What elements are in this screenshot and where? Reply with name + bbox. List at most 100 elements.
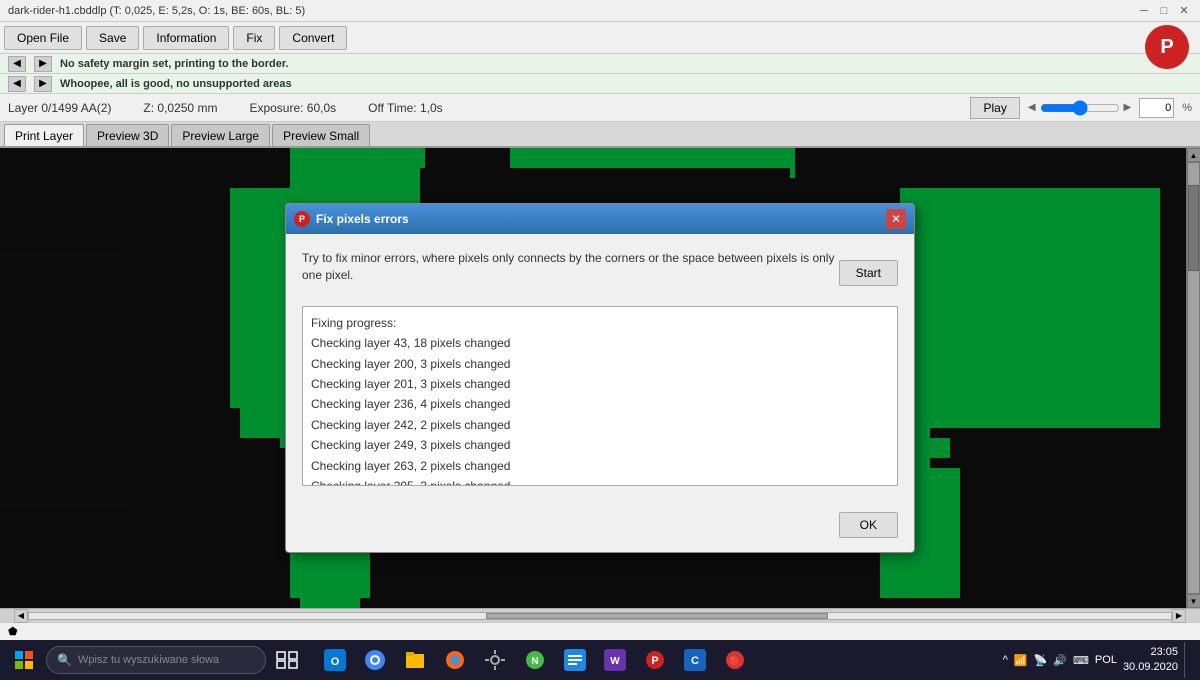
- svg-text:W: W: [610, 656, 620, 667]
- dialog-body: Try to fix minor errors, where pixels on…: [286, 234, 914, 502]
- progress-line-4: Checking layer 242, 2 pixels changed: [311, 415, 889, 435]
- status-message-1: No safety margin set, printing to the bo…: [60, 58, 289, 70]
- off-time-label: Off Time: 1,0s: [368, 101, 442, 115]
- firefox-icon: [444, 649, 466, 671]
- ok-button[interactable]: OK: [839, 512, 898, 538]
- tab-preview-small[interactable]: Preview Small: [272, 124, 370, 146]
- tray-language: POL: [1095, 654, 1117, 666]
- scroll-left-arrow[interactable]: ◀: [14, 609, 28, 623]
- dialog-logo-icon: P: [294, 211, 310, 227]
- purple-app-icon: W: [604, 649, 626, 671]
- z-label: Z: 0,0250 mm: [143, 101, 217, 115]
- dialog-close-button[interactable]: ✕: [886, 209, 906, 229]
- taskbar-main-app-icon[interactable]: P: [636, 641, 674, 679]
- clock-date: 30.09.2020: [1123, 660, 1178, 675]
- taskbar-firefox-icon[interactable]: [436, 641, 474, 679]
- system-tray: ^ 📶 📡 🔊 ⌨ POL 23:05 30.09.2020: [1003, 642, 1196, 678]
- save-button[interactable]: Save: [86, 26, 139, 50]
- tab-preview-large[interactable]: Preview Large: [171, 124, 270, 146]
- taskbar-game-icon[interactable]: N: [516, 641, 554, 679]
- open-file-button[interactable]: Open File: [4, 26, 82, 50]
- nav-next-button-2[interactable]: ▶: [34, 76, 52, 92]
- horizontal-scrollbar[interactable]: ◀ ▶: [0, 608, 1200, 622]
- layer-label: Layer 0/1499 AA(2): [8, 101, 111, 115]
- taskbar-c-app-icon[interactable]: C: [676, 641, 714, 679]
- start-button[interactable]: [4, 641, 44, 679]
- windows-icon: [14, 650, 34, 670]
- main-canvas: ▲ ▼ P Fix pixels errors ✕ Try to fix min…: [0, 148, 1200, 608]
- nav-prev-button-1[interactable]: ◀: [8, 56, 26, 72]
- taskbar-outlook-icon[interactable]: O: [316, 641, 354, 679]
- show-desktop-button[interactable]: [1184, 642, 1188, 678]
- tray-chevron[interactable]: ^: [1003, 654, 1008, 666]
- app-logo: P: [1142, 22, 1192, 72]
- chrome-icon: [364, 649, 386, 671]
- zoom-unit: %: [1182, 102, 1192, 114]
- logo-icon: P: [1145, 25, 1189, 69]
- fix-pixels-dialog: P Fix pixels errors ✕ Try to fix minor e…: [285, 203, 915, 553]
- blue-app-icon: [564, 649, 586, 671]
- taskbar-red-app-icon[interactable]: 🔴: [716, 641, 754, 679]
- scroll-thumb-horizontal[interactable]: [486, 613, 829, 619]
- settings-icon-taskbar: [484, 649, 506, 671]
- svg-text:🔴: 🔴: [729, 655, 740, 666]
- bottom-status-text: ⬟: [8, 625, 18, 638]
- taskbar-filemanager-icon[interactable]: [396, 641, 434, 679]
- progress-area[interactable]: Fixing progress: Checking layer 43, 18 p…: [302, 306, 898, 486]
- toolbar: Open File Save Information Fix Convert P: [0, 22, 1200, 54]
- title-bar: dark-rider-h1.cbddlp (T: 0,025, E: 5,2s,…: [0, 0, 1200, 22]
- tab-print-layer[interactable]: Print Layer: [4, 124, 84, 146]
- convert-button[interactable]: Convert: [279, 26, 347, 50]
- fix-button[interactable]: Fix: [233, 26, 275, 50]
- red-app-icon: 🔴: [724, 649, 746, 671]
- outlook-icon: O: [324, 649, 346, 671]
- svg-text:N: N: [531, 656, 538, 667]
- search-placeholder: Wpisz tu wyszukiwane słowa: [78, 654, 219, 666]
- layer-info-bar: Layer 0/1499 AA(2) Z: 0,0250 mm Exposure…: [0, 94, 1200, 122]
- taskbar-search[interactable]: 🔍 Wpisz tu wyszukiwane słowa: [46, 646, 266, 674]
- progress-line-5: Checking layer 249, 3 pixels changed: [311, 435, 889, 455]
- taskbar-purple-app-icon[interactable]: W: [596, 641, 634, 679]
- main-app-icon: P: [644, 649, 666, 671]
- status-message-2: Whoopee, all is good, no unsupported are…: [60, 78, 292, 90]
- scroll-track-horizontal[interactable]: [28, 612, 1172, 620]
- close-button[interactable]: ✕: [1176, 3, 1192, 19]
- layer-slider[interactable]: [1040, 100, 1120, 116]
- svg-text:P: P: [651, 655, 658, 667]
- taskbar-app-icons: O: [316, 641, 754, 679]
- nav-prev-button-2[interactable]: ◀: [8, 76, 26, 92]
- file-manager-icon: [404, 649, 426, 671]
- play-button[interactable]: Play: [970, 97, 1019, 119]
- taskbar-blue-app-icon[interactable]: [556, 641, 594, 679]
- exposure-label: Exposure: 60,0s: [249, 101, 336, 115]
- tray-volume-icon[interactable]: 🔊: [1053, 654, 1067, 667]
- slider-min-icon: ◀: [1028, 102, 1036, 113]
- nav-next-button-1[interactable]: ▶: [34, 56, 52, 72]
- progress-line-7: Checking layer 305, 3 pixels changed: [311, 476, 889, 486]
- dialog-title-bar: P Fix pixels errors ✕: [286, 204, 914, 234]
- taskbar-settings-icon[interactable]: [476, 641, 514, 679]
- task-view-button[interactable]: [268, 641, 306, 679]
- taskbar-chrome-icon[interactable]: [356, 641, 394, 679]
- dialog-description-row: Try to fix minor errors, where pixels on…: [302, 250, 898, 296]
- progress-title: Fixing progress:: [311, 313, 889, 333]
- tray-wifi-icon[interactable]: 📡: [1034, 654, 1048, 667]
- maximize-button[interactable]: □: [1156, 3, 1172, 19]
- status-bar-1: ◀ ▶ No safety margin set, printing to th…: [0, 54, 1200, 74]
- game-icon: N: [524, 649, 546, 671]
- system-clock: 23:05 30.09.2020: [1123, 645, 1178, 676]
- start-button[interactable]: Start: [839, 260, 898, 286]
- information-button[interactable]: Information: [143, 26, 229, 50]
- tray-keyboard-icon[interactable]: ⌨: [1073, 654, 1089, 667]
- window-controls: ─ □ ✕: [1136, 3, 1192, 19]
- tab-preview-3d[interactable]: Preview 3D: [86, 124, 169, 146]
- dialog-footer: OK: [286, 502, 914, 552]
- progress-line-3: Checking layer 236, 4 pixels changed: [311, 394, 889, 414]
- svg-text:C: C: [691, 655, 699, 667]
- bottom-status: ⬟: [0, 622, 1200, 640]
- scroll-right-arrow[interactable]: ▶: [1172, 609, 1186, 623]
- zoom-input[interactable]: [1139, 98, 1174, 118]
- minimize-button[interactable]: ─: [1136, 3, 1152, 19]
- clock-time: 23:05: [1123, 645, 1178, 660]
- tray-network-icon[interactable]: 📶: [1014, 654, 1028, 667]
